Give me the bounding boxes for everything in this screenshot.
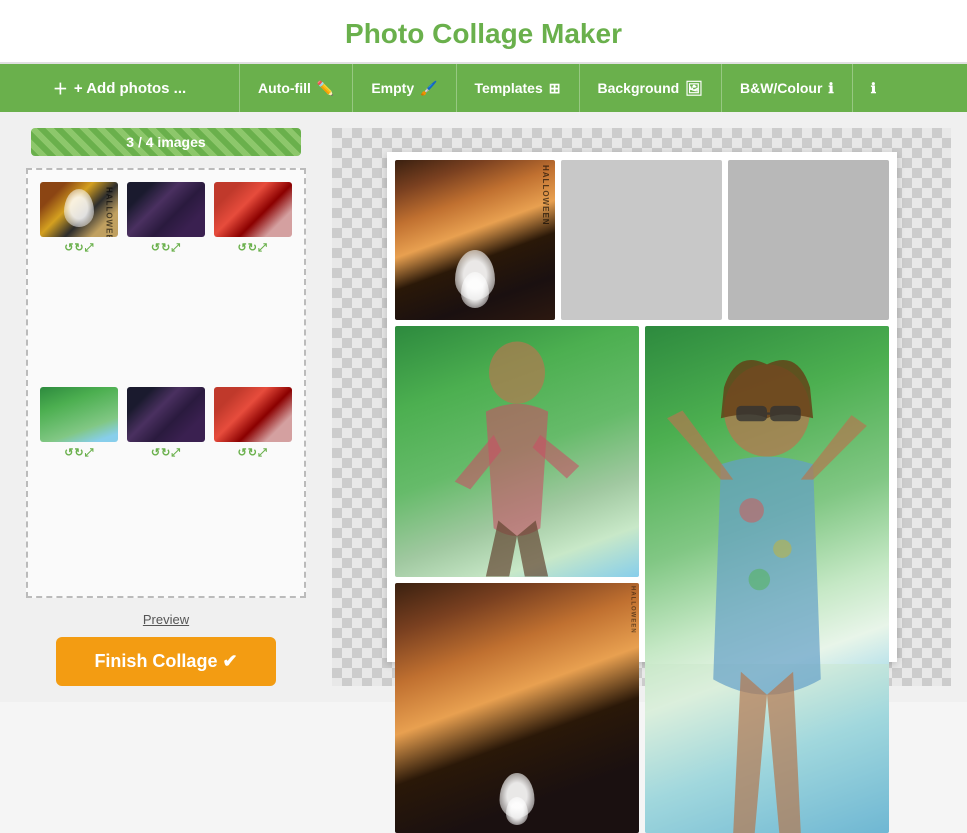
thumbnails-container: HALLOWEEN ↺↻⤢ ↺↻⤢ ↺↻⤢ ↺↻⤢ ↺↻⤢ <box>26 168 306 598</box>
thumb-controls-5[interactable]: ↺↻⤢ <box>151 446 181 460</box>
bw-colour-label: B&W/Colour <box>740 80 822 96</box>
list-item: ↺↻⤢ <box>127 182 206 379</box>
thumb-controls-1[interactable]: ↺↻⤢ <box>64 241 94 255</box>
collage-cell-2[interactable] <box>561 160 722 320</box>
bw-colour-button[interactable]: B&W/Colour ℹ <box>722 64 853 112</box>
background-icon: 🖼 <box>685 80 703 97</box>
preview-link[interactable]: Preview <box>143 612 189 627</box>
collage-col-left: HALLOWEEN <box>395 326 639 833</box>
thumb-controls-2[interactable]: ↺↻⤢ <box>151 241 181 255</box>
list-item: ↺↻⤢ <box>40 387 119 584</box>
toolbar: ＋ + Add photos ... Auto-fill ✏️ Empty 🖌️… <box>0 64 967 112</box>
autofill-button[interactable]: Auto-fill ✏️ <box>240 64 353 112</box>
thumb-controls-3[interactable]: ↺↻⤢ <box>238 241 268 255</box>
thumbnail-4[interactable] <box>40 387 118 442</box>
list-item: ↺↻⤢ <box>127 387 206 584</box>
autofill-icon: ✏️ <box>317 80 334 97</box>
info-button[interactable]: ℹ <box>853 64 894 112</box>
autofill-label: Auto-fill <box>258 80 311 96</box>
templates-label: Templates <box>475 80 543 96</box>
collage-area: HALLOWEEN <box>332 128 951 686</box>
background-label: Background <box>598 80 680 96</box>
left-panel: 3 / 4 images HALLOWEEN ↺↻⤢ ↺↻⤢ ↺↻⤢ <box>16 128 316 686</box>
list-item: ↺↻⤢ <box>213 387 292 584</box>
list-item: ↺↻⤢ <box>213 182 292 379</box>
add-photos-label: + Add photos ... <box>74 80 186 97</box>
thumbnail-6[interactable] <box>214 387 292 442</box>
finish-collage-button[interactable]: Finish Collage ✔ <box>56 637 276 686</box>
thumbnail-1[interactable]: HALLOWEEN <box>40 182 118 237</box>
collage-rows-23: HALLOWEEN <box>395 326 889 654</box>
thumbnail-2[interactable] <box>127 182 205 237</box>
collage-cell-4[interactable] <box>395 326 639 577</box>
templates-icon: ⊞ <box>549 80 561 97</box>
page-title: Photo Collage Maker <box>0 18 967 50</box>
thumb-controls-6[interactable]: ↺↻⤢ <box>238 446 268 460</box>
collage-cell-5[interactable] <box>645 326 889 833</box>
templates-button[interactable]: Templates ⊞ <box>457 64 580 112</box>
background-button[interactable]: Background 🖼 <box>580 64 722 112</box>
empty-button[interactable]: Empty 🖌️ <box>353 64 456 112</box>
images-count-badge: 3 / 4 images <box>31 128 301 156</box>
thumbnail-3[interactable] <box>214 182 292 237</box>
main-content: 3 / 4 images HALLOWEEN ↺↻⤢ ↺↻⤢ ↺↻⤢ <box>0 112 967 702</box>
collage-cell-6[interactable]: HALLOWEEN <box>395 583 639 833</box>
thumbnail-5[interactable] <box>127 387 205 442</box>
bw-colour-icon: ℹ <box>828 80 833 97</box>
add-photos-button[interactable]: ＋ + Add photos ... <box>0 64 240 112</box>
collage-cell-1[interactable]: HALLOWEEN <box>395 160 556 320</box>
collage-cell-3[interactable] <box>728 160 889 320</box>
collage-row-1: HALLOWEEN <box>395 160 889 320</box>
empty-icon: 🖌️ <box>420 80 437 97</box>
empty-label: Empty <box>371 80 414 96</box>
collage-canvas: HALLOWEEN <box>387 152 897 662</box>
add-icon: ＋ <box>53 78 68 99</box>
list-item: HALLOWEEN ↺↻⤢ <box>40 182 119 379</box>
thumb-controls-4[interactable]: ↺↻⤢ <box>64 446 94 460</box>
info-icon: ℹ <box>871 80 876 97</box>
page-header: Photo Collage Maker <box>0 0 967 64</box>
